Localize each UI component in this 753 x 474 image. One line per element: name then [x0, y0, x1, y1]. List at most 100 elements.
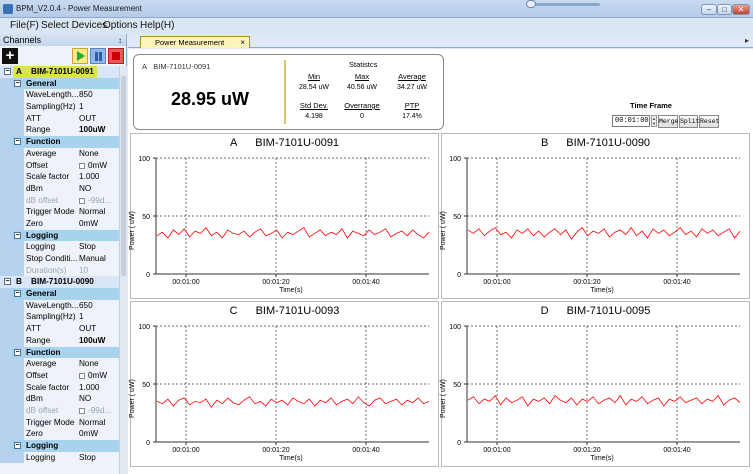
property-value[interactable]: OUT: [79, 323, 96, 335]
property-value[interactable]: 1.000: [79, 382, 100, 394]
add-channel-button[interactable]: +: [2, 48, 18, 64]
property-row[interactable]: ATT OUT: [0, 323, 119, 335]
property-value[interactable]: Normal: [79, 206, 105, 218]
property-group[interactable]: − Function: [0, 346, 119, 359]
split-button[interactable]: Split: [679, 115, 700, 128]
property-value[interactable]: 100uW: [79, 124, 105, 136]
property-group[interactable]: − Function: [0, 136, 119, 148]
property-row[interactable]: dB offset -99d...: [0, 404, 119, 417]
checkbox[interactable]: [79, 407, 85, 414]
restore-button[interactable]: □: [717, 4, 732, 15]
property-group[interactable]: − General: [0, 77, 119, 90]
time-frame-input[interactable]: 00:01:00: [612, 115, 650, 127]
property-row[interactable]: dBm NO: [0, 393, 119, 405]
property-row[interactable]: Sampling(Hz) 1: [0, 311, 119, 324]
property-value[interactable]: 0mW: [79, 428, 98, 440]
property-row[interactable]: Offset 0mW: [0, 369, 119, 382]
property-row[interactable]: Average None: [0, 358, 119, 370]
scrollbar-thumb[interactable]: [121, 76, 126, 276]
property-group[interactable]: − Logging: [0, 440, 119, 452]
play-button[interactable]: [72, 48, 88, 64]
property-value[interactable]: NO: [79, 183, 91, 195]
property-key: Stop Conditi...: [26, 254, 78, 263]
collapse-icon[interactable]: −: [14, 348, 21, 356]
tab-close-icon[interactable]: ×: [240, 37, 245, 48]
property-group[interactable]: − Logging: [0, 229, 119, 242]
device-row[interactable]: − A BIM-7101U-0091: [0, 66, 119, 78]
property-row[interactable]: Zero 0mW: [0, 217, 119, 230]
close-button[interactable]: ✕: [732, 4, 750, 15]
transparency-slider-handle[interactable]: [526, 0, 536, 8]
property-value[interactable]: 100uW: [79, 335, 105, 347]
collapse-icon[interactable]: −: [4, 68, 11, 75]
property-value[interactable]: None: [79, 358, 99, 370]
property-value[interactable]: 0mW: [79, 218, 98, 230]
property-row[interactable]: WaveLength... 650: [0, 299, 119, 312]
property-row[interactable]: WaveLength... 850: [0, 89, 119, 102]
property-row[interactable]: Trigger Mode Normal: [0, 416, 119, 429]
menu-select-devices[interactable]: Select Devices: [41, 20, 107, 31]
property-row[interactable]: Duration(s) 10: [0, 264, 119, 277]
stop-button[interactable]: [108, 48, 124, 64]
property-row[interactable]: Logging Stop: [0, 241, 119, 253]
property-row[interactable]: Sampling(Hz) 1: [0, 101, 119, 113]
property-row[interactable]: Range 100uW: [0, 124, 119, 137]
property-value[interactable]: Stop: [79, 241, 96, 253]
collapse-icon[interactable]: −: [4, 278, 11, 286]
property-value[interactable]: 0mW: [79, 160, 107, 172]
property-value[interactable]: Manual: [79, 253, 106, 265]
collapse-icon[interactable]: −: [14, 138, 21, 146]
property-row[interactable]: dB offset -99d...: [0, 194, 119, 207]
property-row[interactable]: Trigger Mode Normal: [0, 206, 119, 218]
device-row[interactable]: − B BIM-7101U-0090: [0, 276, 119, 289]
property-row[interactable]: ATT OUT: [0, 112, 119, 125]
checkbox[interactable]: [79, 162, 85, 169]
reset-button[interactable]: Reset: [699, 115, 720, 128]
collapse-icon[interactable]: −: [14, 231, 21, 239]
property-row[interactable]: Scale factor 1.000: [0, 381, 119, 394]
property-value[interactable]: 650: [79, 300, 93, 312]
minimize-button[interactable]: –: [701, 4, 717, 15]
pause-button[interactable]: [90, 48, 106, 64]
property-value[interactable]: 10: [79, 265, 88, 277]
menu-options[interactable]: Options: [103, 20, 137, 31]
property-value[interactable]: 1.000: [79, 171, 100, 183]
collapse-icon[interactable]: −: [14, 290, 21, 298]
tab-scroll-icon[interactable]: ▸: [745, 36, 749, 45]
stat-overrange: Overrange 0: [344, 101, 380, 120]
property-value[interactable]: Normal: [79, 417, 105, 429]
property-value[interactable]: 850: [79, 89, 93, 101]
property-row[interactable]: Average None: [0, 147, 119, 160]
property-value[interactable]: 0mW: [79, 370, 107, 382]
property-value[interactable]: -99d...: [79, 405, 111, 417]
property-value[interactable]: NO: [79, 393, 91, 405]
menu-help[interactable]: Help(H): [140, 20, 174, 31]
property-value[interactable]: -99d...: [79, 195, 111, 207]
collapse-icon[interactable]: −: [14, 442, 21, 449]
property-group[interactable]: − General: [0, 288, 119, 300]
property-value[interactable]: 1: [79, 101, 84, 113]
property-row[interactable]: dBm NO: [0, 182, 119, 195]
transparency-slider[interactable]: [530, 3, 600, 6]
property-value[interactable]: 1: [79, 311, 84, 323]
tab-power-measurement[interactable]: Power Measurement ×: [140, 36, 250, 48]
property-value[interactable]: None: [79, 148, 99, 160]
spin-down-icon[interactable]: ▼: [652, 121, 656, 126]
menu-file[interactable]: File(F): [10, 20, 39, 31]
merge-button[interactable]: Merge: [658, 115, 679, 128]
property-row[interactable]: Zero 0mW: [0, 428, 119, 440]
checkbox[interactable]: [79, 372, 85, 379]
property-key: ATT: [26, 113, 41, 123]
property-row[interactable]: Scale factor 1.000: [0, 171, 119, 183]
property-value[interactable]: Stop: [79, 452, 96, 464]
time-frame-spinner[interactable]: ▲ ▼: [651, 115, 657, 127]
property-row[interactable]: Logging Stop: [0, 451, 119, 464]
channel-tree-scrollbar[interactable]: [119, 66, 127, 474]
collapse-icon[interactable]: −: [14, 79, 21, 87]
property-value[interactable]: OUT: [79, 113, 96, 125]
property-row[interactable]: Offset 0mW: [0, 159, 119, 172]
checkbox[interactable]: [79, 197, 85, 204]
property-key: dBm: [26, 394, 43, 404]
property-row[interactable]: Stop Conditi... Manual: [0, 253, 119, 265]
property-row[interactable]: Range 100uW: [0, 334, 119, 347]
